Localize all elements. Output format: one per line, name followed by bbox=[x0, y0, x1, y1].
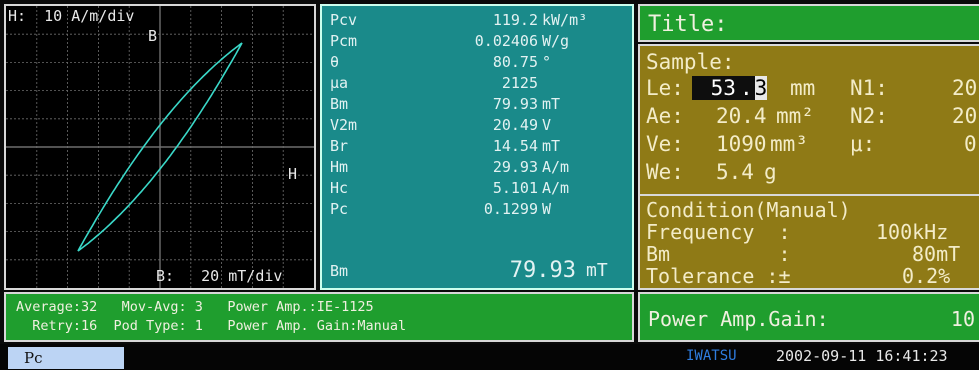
b-axis-label: B bbox=[148, 27, 158, 45]
le-dot: . bbox=[737, 76, 755, 100]
param-value: 14.54 bbox=[492, 137, 538, 155]
param-value: 119.2 bbox=[492, 11, 538, 29]
brand-label: IWATSU bbox=[686, 348, 737, 364]
h-axis-label: H bbox=[288, 165, 298, 183]
measurement-row: Pc 0.1299 W bbox=[330, 201, 626, 219]
ae-value[interactable]: 20.4 bbox=[716, 104, 767, 128]
param-name: Hm bbox=[330, 158, 349, 176]
ae-unit: mm² bbox=[776, 104, 814, 128]
bh-loop-graph bbox=[6, 6, 314, 288]
param-unit: A/m bbox=[542, 179, 570, 197]
tolerance-value[interactable]: 0.2% bbox=[902, 264, 950, 288]
n1-value[interactable]: 20 bbox=[952, 76, 977, 100]
param-value: 0.02406 bbox=[474, 32, 538, 50]
bm-value[interactable]: 80mT bbox=[912, 242, 960, 266]
param-unit: A/m bbox=[542, 158, 570, 176]
measurement-row: Pcm 0.02406 W/g bbox=[330, 33, 626, 51]
b-scale-label: B: 20 mT/div bbox=[156, 267, 283, 285]
condition-panel: Condition(Manual) Frequency : 100kHz Bm … bbox=[638, 194, 979, 290]
status-panel: Average:32 Mov-Avg: 3 Power Amp.:IE-1125… bbox=[4, 292, 634, 342]
param-value: 0.1299 bbox=[483, 200, 538, 218]
power-amp-gain-panel[interactable]: Power Amp.Gain: 10 bbox=[638, 292, 979, 342]
le-unit: mm bbox=[790, 76, 816, 100]
sample-heading: Sample: bbox=[646, 50, 735, 74]
analyzer-screen: H: 10 A/m/div B H B: 20 mT/div Pcv 119.2 k… bbox=[0, 0, 979, 370]
mu-value[interactable]: 0 bbox=[964, 132, 977, 156]
param-value: 2125 bbox=[501, 74, 538, 92]
param-name: Pc bbox=[330, 200, 349, 218]
param-name: Bm bbox=[330, 95, 349, 113]
n2-label: N2: bbox=[850, 104, 888, 128]
measurement-row: Pcv 119.2 kW/m³ bbox=[330, 12, 626, 30]
condition-heading: Condition(Manual) bbox=[646, 198, 851, 222]
tolerance-label: Tolerance :± bbox=[646, 264, 791, 288]
ae-label: Ae: bbox=[646, 104, 684, 128]
param-name: Pcv bbox=[330, 11, 358, 29]
param-value: 20.49 bbox=[492, 116, 538, 134]
footer-param-unit: mT bbox=[586, 260, 608, 281]
bh-loop-plot: H: 10 A/m/div B H B: 20 mT/div bbox=[4, 4, 316, 290]
we-value[interactable]: 5.4 bbox=[716, 160, 754, 184]
ve-label: Ve: bbox=[646, 132, 684, 156]
footer-bar: Pc IWATSU 2002-09-11 16:41:23 bbox=[0, 344, 979, 370]
param-name: Br bbox=[330, 137, 349, 155]
measurement-row: V2m 20.49 V bbox=[330, 117, 626, 135]
param-value: 80.75 bbox=[492, 53, 538, 71]
datetime-display: 2002-09-11 16:41:23 bbox=[776, 347, 948, 365]
footer-param-value: 79.93 bbox=[509, 258, 576, 283]
param-value: 5.101 bbox=[492, 179, 538, 197]
param-unit: W bbox=[542, 200, 552, 218]
measurement-row: μa 2125 bbox=[330, 75, 626, 93]
status-line-1: Average:32 Mov-Avg: 3 Power Amp.:IE-1125 bbox=[16, 299, 374, 315]
frequency-value[interactable]: 100kHz bbox=[876, 220, 948, 244]
param-name: V2m bbox=[330, 116, 358, 134]
measurement-footer: Bm 79.93 mT bbox=[330, 256, 626, 284]
we-label: We: bbox=[646, 160, 684, 184]
le-input[interactable]: 53.3 bbox=[692, 76, 768, 100]
param-unit: W/g bbox=[542, 32, 570, 50]
ve-unit: mm³ bbox=[770, 132, 808, 156]
measurement-row: θ 80.75 ° bbox=[330, 54, 626, 72]
le-label: Le: bbox=[646, 76, 684, 100]
frequency-label: Frequency : bbox=[646, 220, 791, 244]
status-line-2: Retry:16 Pod Type: 1 Power Amp. Gain:Man… bbox=[16, 318, 407, 334]
gain-value: 10 bbox=[950, 307, 975, 331]
we-unit: g bbox=[764, 160, 777, 184]
measurement-row: Br 14.54 mT bbox=[330, 138, 626, 156]
n2-value[interactable]: 20 bbox=[952, 104, 977, 128]
tab-pc[interactable]: Pc bbox=[8, 347, 124, 369]
n1-label: N1: bbox=[850, 76, 888, 100]
mu-label: μ: bbox=[850, 132, 876, 156]
le-int-value: 53 bbox=[708, 76, 738, 100]
param-unit: mT bbox=[542, 137, 561, 155]
param-name: θ bbox=[330, 53, 340, 71]
ve-value[interactable]: 1090 bbox=[716, 132, 767, 156]
param-value: 29.93 bbox=[492, 158, 538, 176]
measurement-row: Bm 79.93 mT bbox=[330, 96, 626, 114]
measurement-row: Hm 29.93 A/m bbox=[330, 159, 626, 177]
footer-param-name: Bm bbox=[330, 262, 349, 280]
title-label: Title: bbox=[648, 12, 728, 37]
param-value: 79.93 bbox=[492, 95, 538, 113]
gain-label: Power Amp.Gain: bbox=[648, 307, 829, 331]
h-scale-label: H: 10 A/m/div bbox=[8, 7, 135, 25]
param-unit: V bbox=[542, 116, 552, 134]
measurement-row: Hc 5.101 A/m bbox=[330, 180, 626, 198]
sample-panel: Sample: Le: 53.3 mm N1: 20 Ae: 20.4 mm² … bbox=[638, 44, 979, 194]
measurement-panel: Pcv 119.2 kW/m³ Pcm 0.02406 W/g θ 80.75 ° μa 2125 B… bbox=[320, 4, 634, 290]
param-name: Pcm bbox=[330, 32, 358, 50]
param-unit: kW/m³ bbox=[542, 11, 588, 29]
bm-label: Bm : bbox=[646, 242, 791, 266]
title-field[interactable]: Title: bbox=[638, 4, 979, 42]
param-unit: ° bbox=[542, 53, 552, 71]
param-name: Hc bbox=[330, 179, 349, 197]
param-unit: mT bbox=[542, 95, 561, 113]
param-name: μa bbox=[330, 74, 349, 92]
le-cursor-digit: 3 bbox=[754, 76, 768, 100]
